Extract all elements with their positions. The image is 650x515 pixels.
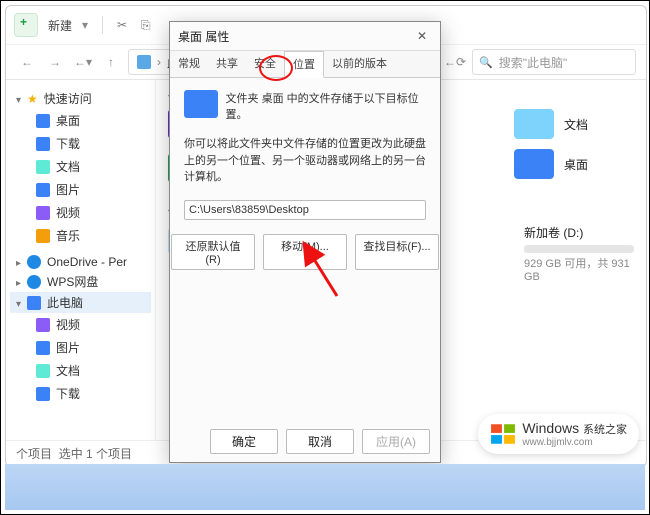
find-target-button[interactable]: 查找目标(F)... <box>355 234 439 270</box>
forward-button[interactable] <box>44 51 66 73</box>
chevron-down-icon[interactable]: ▾ <box>72 51 94 73</box>
dialog-tabs: 常规 共享 安全 位置 以前的版本 <box>170 51 440 78</box>
sidebar-wps[interactable]: WPS网盘 <box>10 271 151 292</box>
drive-usage-bar <box>524 245 634 253</box>
pc-icon <box>27 296 41 310</box>
dialog-actions: 确定 取消 应用(A) <box>210 429 430 454</box>
back-button[interactable] <box>16 51 38 73</box>
search-placeholder: 搜索"此电脑" <box>499 54 568 71</box>
tab-share[interactable]: 共享 <box>208 51 246 77</box>
desktop-icon <box>514 149 554 179</box>
tab-general[interactable]: 常规 <box>170 51 208 77</box>
documents-icon <box>514 109 554 139</box>
sidebar-item-pictures[interactable]: 图片 <box>10 336 151 359</box>
sidebar-item-documents[interactable]: 文档 <box>10 155 151 178</box>
search-icon <box>479 55 493 69</box>
properties-dialog: 桌面 属性 ✕ 常规 共享 安全 位置 以前的版本 文件夹 桌面 中的文件存储于… <box>169 21 441 463</box>
sidebar-item-downloads[interactable]: 下载 <box>10 132 151 155</box>
windows-logo-icon <box>490 421 516 447</box>
new-button[interactable] <box>14 13 38 37</box>
sidebar-onedrive[interactable]: OneDrive - Per <box>10 253 151 271</box>
tab-previous[interactable]: 以前的版本 <box>324 51 395 77</box>
dialog-description: 你可以将此文件夹中文件存储的位置更改为此硬盘上的另一个位置、另一个驱动器或网络上… <box>184 136 426 186</box>
sidebar-item-videos[interactable]: 视频 <box>10 201 151 224</box>
drive-d[interactable]: 新加卷 (D:) 929 GB 可用，共 931 GB <box>514 224 634 283</box>
wps-icon <box>27 275 41 289</box>
folder-desktop[interactable]: 桌面 <box>514 149 634 179</box>
chevron-right-icon: › <box>157 55 161 69</box>
sidebar-item-desktop[interactable]: 桌面 <box>10 109 151 132</box>
up-button[interactable] <box>100 51 122 73</box>
dialog-title: 桌面 属性 <box>178 28 229 45</box>
sidebar-item-pictures[interactable]: 图片 <box>10 178 151 201</box>
sidebar: ★快速访问 桌面 下载 文档 图片 视频 音乐 OneDrive - Per W… <box>6 80 156 440</box>
video-icon <box>36 206 50 220</box>
drive-label: 新加卷 (D:) <box>524 224 634 241</box>
sidebar-quick-access[interactable]: ★快速访问 <box>10 88 151 109</box>
download-icon <box>36 387 50 401</box>
document-icon <box>36 364 50 378</box>
path-input[interactable]: C:\Users\83859\Desktop <box>184 200 426 220</box>
tab-location[interactable]: 位置 <box>284 51 324 78</box>
sidebar-item-music[interactable]: 音乐 <box>10 224 151 247</box>
star-icon: ★ <box>27 92 38 106</box>
search-input[interactable]: 搜索"此电脑" <box>472 49 636 75</box>
ok-button[interactable]: 确定 <box>210 429 278 454</box>
new-label: 新建 <box>48 17 72 34</box>
pc-icon <box>137 55 151 69</box>
picture-icon <box>36 183 50 197</box>
music-icon <box>36 229 50 243</box>
drive-sub: 929 GB 可用，共 931 GB <box>524 255 634 283</box>
dialog-body: 文件夹 桌面 中的文件存储于以下目标位置。 你可以将此文件夹中文件存储的位置更改… <box>170 78 440 282</box>
watermark: Windows 系统之家 www.bjjmlv.com <box>478 414 639 454</box>
document-icon <box>36 160 50 174</box>
cut-icon[interactable] <box>117 18 131 32</box>
sidebar-item-downloads[interactable]: 下载 <box>10 382 151 405</box>
copy-icon[interactable] <box>141 18 155 32</box>
chevron-down-icon[interactable]: ▾ <box>82 18 88 32</box>
close-button[interactable]: ✕ <box>412 29 432 43</box>
taskbar <box>5 464 645 510</box>
apply-button[interactable]: 应用(A) <box>362 429 430 454</box>
sidebar-item-videos[interactable]: 视频 <box>10 313 151 336</box>
cancel-button[interactable]: 取消 <box>286 429 354 454</box>
move-button[interactable]: 移动(M)... <box>263 234 347 270</box>
onedrive-icon <box>27 255 41 269</box>
folder-documents[interactable]: 文档 <box>514 109 634 139</box>
download-icon <box>36 137 50 151</box>
sidebar-item-documents[interactable]: 文档 <box>10 359 151 382</box>
refresh-button[interactable]: ⟳ <box>444 51 466 73</box>
video-icon <box>36 318 50 332</box>
desktop-icon <box>36 114 50 128</box>
tab-security[interactable]: 安全 <box>246 51 284 77</box>
dialog-titlebar: 桌面 属性 ✕ <box>170 22 440 51</box>
picture-icon <box>36 341 50 355</box>
restore-default-button[interactable]: 还原默认值(R) <box>171 234 255 270</box>
folder-icon <box>184 90 218 118</box>
sidebar-this-pc[interactable]: 此电脑 <box>10 292 151 313</box>
